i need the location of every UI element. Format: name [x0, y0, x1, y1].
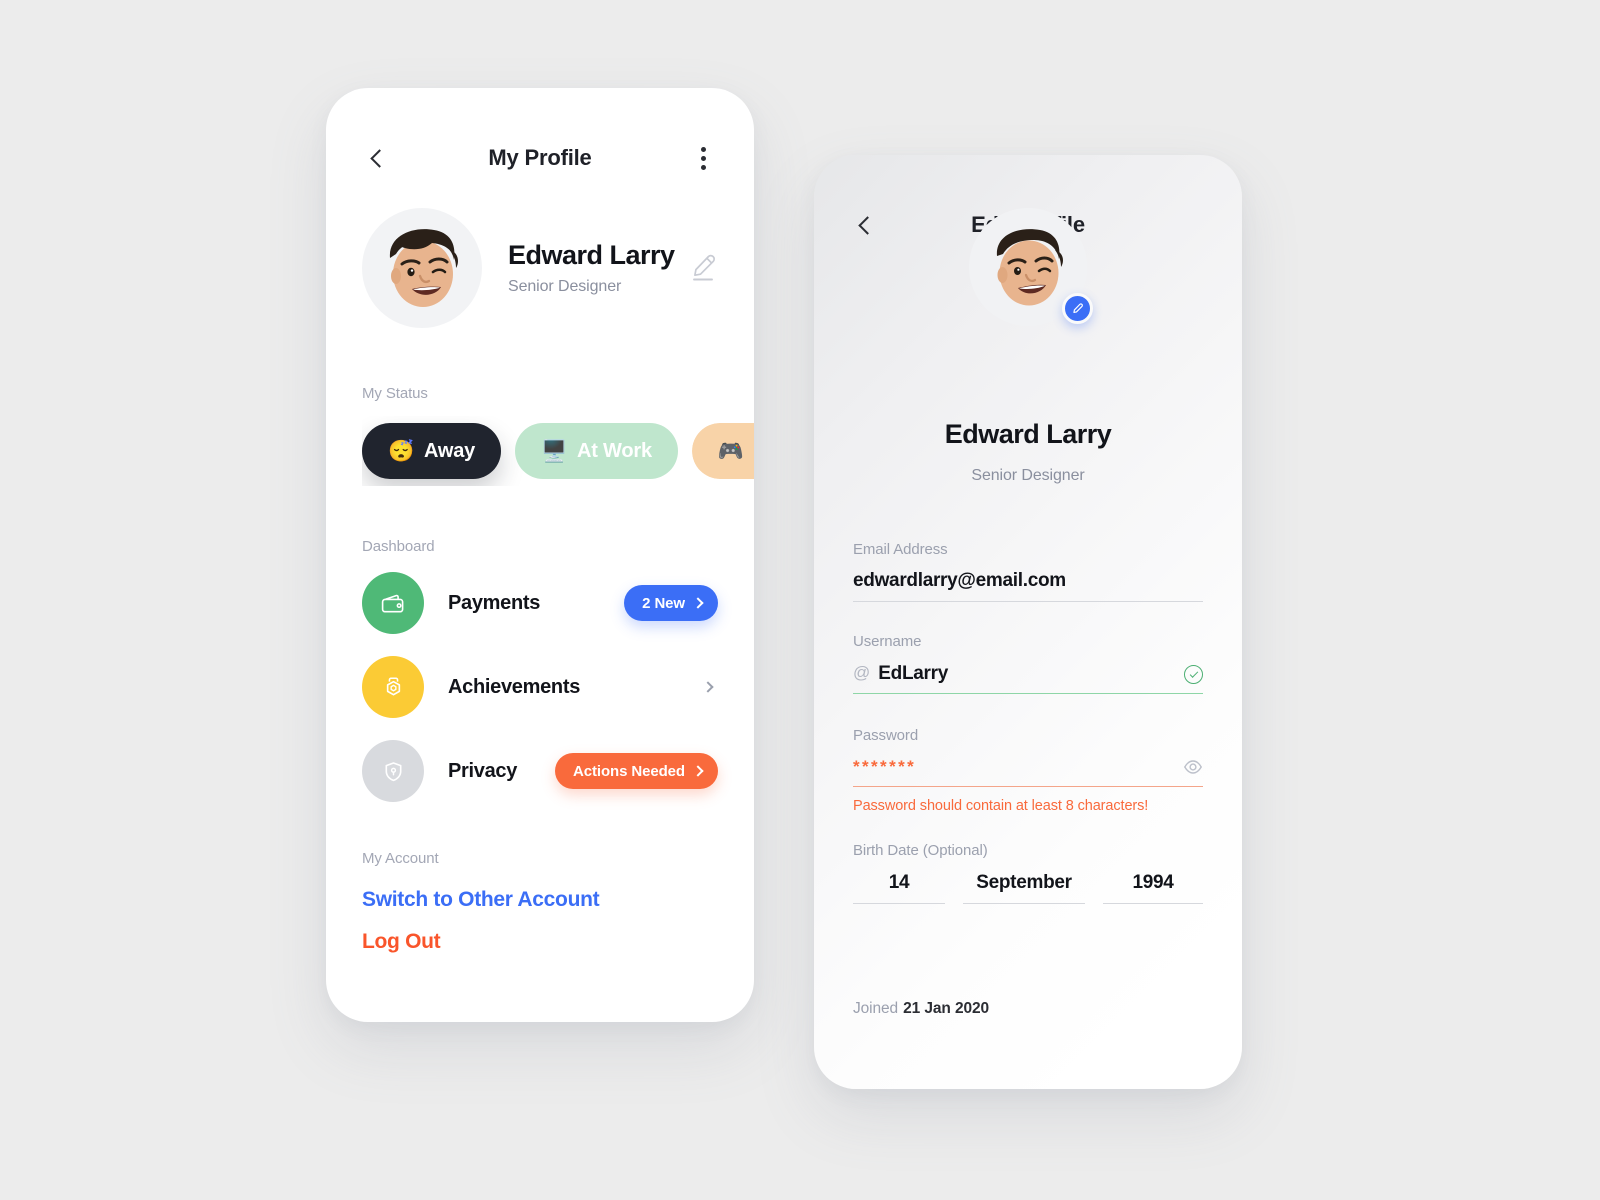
shield-lock-icon	[384, 761, 402, 781]
joined-value: 21 Jan 2020	[903, 1000, 990, 1017]
email-input-line[interactable]: edwardlarry@email.com	[853, 570, 1203, 602]
logout-link[interactable]: Log Out	[362, 930, 441, 954]
profile-meta: Edward Larry Senior Designer	[508, 240, 682, 295]
page-title: My Profile	[488, 145, 592, 170]
check-tick	[1189, 669, 1198, 678]
status-pill-gaming[interactable]: 🎮 Gaming	[691, 423, 754, 479]
profile-screen-card: My Profile Edward Larry Senior Designer …	[326, 88, 754, 1022]
birth-date-field-group: Birth Date (Optional) 14 September 1994	[853, 842, 1203, 904]
email-field[interactable]: edwardlarry@email.com	[853, 570, 1203, 592]
medal-icon	[386, 676, 400, 696]
email-field-group: Email Address edwardlarry@email.com	[853, 541, 1203, 602]
avatar[interactable]	[362, 208, 482, 328]
password-field-group: Password ******* Password should contain…	[853, 727, 1203, 814]
sleepy-face-emoji: 😴	[388, 439, 414, 463]
status-badge[interactable]: Actions Needed	[555, 753, 718, 789]
game-controller-emoji: 🎮	[717, 439, 744, 463]
medal-icon-circle	[362, 656, 424, 718]
status-section-label: My Status	[362, 385, 428, 402]
edit-avatar-wrapper	[969, 208, 1093, 326]
dashboard-item-achievements[interactable]: Achievements	[362, 656, 718, 718]
password-field-label: Password	[853, 727, 919, 744]
badge-label: 2 New	[642, 594, 685, 612]
kebab-dot	[700, 146, 706, 152]
badge-label: Actions Needed	[573, 762, 685, 780]
back-button[interactable]	[360, 141, 394, 175]
chevron-left-icon	[858, 215, 877, 235]
kebab-menu-icon[interactable]	[686, 141, 720, 175]
chevron-left-icon	[370, 148, 389, 168]
joined-label: Joined	[853, 1000, 899, 1017]
dashboard-item-privacy[interactable]: Privacy Actions Needed	[362, 740, 718, 802]
edit-profile-screen-card: Edit Profile	[814, 155, 1242, 1089]
email-field-label: Email Address	[853, 541, 948, 558]
birth-date-row: 14 September 1994	[853, 872, 1203, 904]
username-field-label: Username	[853, 633, 922, 650]
status-pill-row[interactable]: 😴 Away 🖥️ At Work 🎮 Gaming	[362, 416, 754, 486]
back-button[interactable]	[848, 208, 882, 242]
status-pill-away[interactable]: 😴 Away	[362, 423, 502, 479]
chevron-right-icon[interactable]	[702, 681, 714, 693]
birth-month-field[interactable]: September	[963, 872, 1085, 904]
password-input-line[interactable]: *******	[853, 757, 1203, 787]
dashboard-item-payments[interactable]: Payments 2 New	[362, 572, 718, 634]
dashboard-item-label: Achievements	[448, 675, 581, 698]
username-field[interactable]: EdLarry	[878, 663, 1176, 685]
wallet-icon-circle	[362, 572, 424, 634]
memoji-avatar	[389, 229, 458, 307]
dashboard-section-label: Dashboard	[362, 538, 435, 555]
profile-name: Edward Larry	[944, 419, 1112, 449]
check-circle-icon	[1184, 665, 1203, 685]
profile-role: Senior Designer	[508, 277, 622, 295]
dashboard-item-label: Payments	[448, 591, 541, 614]
profile-topbar: My Profile	[326, 130, 754, 186]
status-pill-at-work[interactable]: 🖥️ At Work	[515, 423, 678, 479]
kebab-dot	[700, 164, 706, 170]
username-field-group: Username @ EdLarry	[853, 633, 1203, 695]
chevron-right-icon	[692, 597, 704, 609]
pencil-edit-icon	[693, 254, 715, 281]
profile-name: Edward Larry	[508, 240, 675, 271]
account-section-label: My Account	[362, 850, 439, 867]
status-pill-label: Away	[423, 439, 476, 462]
password-error-text: Password should contain at least 8 chara…	[853, 798, 1149, 814]
dashboard-item-label: Privacy	[448, 759, 518, 782]
switch-account-link[interactable]: Switch to Other Account	[362, 888, 600, 912]
profile-role: Senior Designer	[971, 467, 1085, 484]
profile-header: Edward Larry Senior Designer	[362, 208, 718, 328]
eye-icon[interactable]	[1183, 757, 1203, 777]
chevron-right-icon	[692, 765, 704, 777]
username-input-line[interactable]: @ EdLarry	[853, 663, 1203, 695]
password-field[interactable]: *******	[853, 758, 1175, 777]
birth-year-field[interactable]: 1994	[1103, 872, 1203, 904]
screenshot-canvas: My Profile Edward Larry Senior Designer …	[0, 0, 1600, 1200]
at-sign-prefix: @	[853, 663, 871, 682]
pencil-edit-icon	[1072, 302, 1083, 313]
status-badge[interactable]: 2 New	[624, 585, 718, 621]
edit-profile-button[interactable]	[688, 251, 718, 285]
kebab-dot	[700, 155, 706, 161]
change-avatar-button[interactable]	[1062, 293, 1093, 324]
birth-day-field[interactable]: 14	[853, 872, 945, 904]
status-pill-label: At Work	[577, 439, 652, 462]
desktop-computer-emoji: 🖥️	[541, 439, 567, 463]
joined-date: Joined 21 Jan 2020	[853, 1000, 989, 1018]
birth-date-label: Birth Date (Optional)	[853, 842, 988, 859]
wallet-icon	[381, 594, 403, 612]
shield-lock-icon-circle	[362, 740, 424, 802]
